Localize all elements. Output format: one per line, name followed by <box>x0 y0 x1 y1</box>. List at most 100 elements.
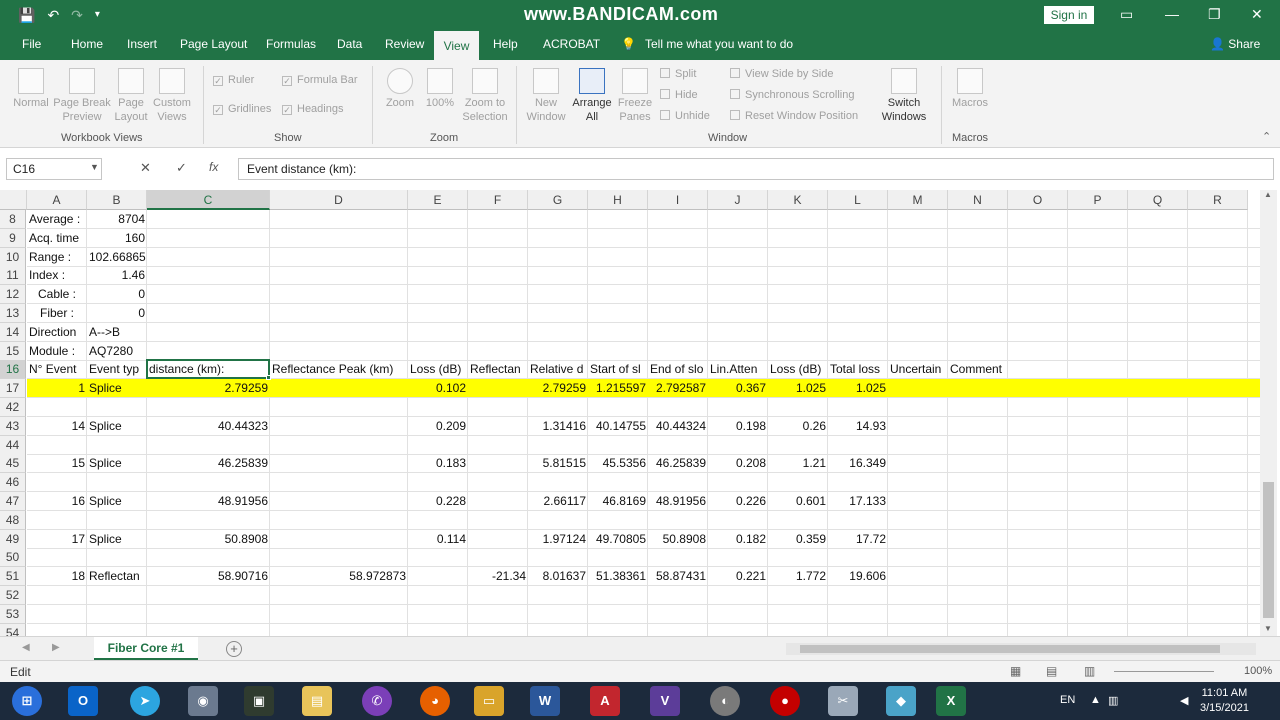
cell-b45[interactable]: Splice <box>87 454 147 473</box>
cell-k17[interactable]: 1.025 <box>768 379 828 398</box>
cell-j49[interactable]: 0.182 <box>708 530 768 549</box>
scroll-up-icon[interactable]: ▲ <box>1264 190 1272 199</box>
select-all-corner[interactable] <box>0 190 27 210</box>
tab-file[interactable]: File <box>22 37 41 51</box>
cell-c47[interactable]: 48.91956 <box>147 492 270 511</box>
vertical-scrollbar[interactable]: ▲ ▼ <box>1260 190 1277 636</box>
cell-h47[interactable]: 46.8169 <box>588 492 648 511</box>
column-header-l[interactable]: L <box>828 190 888 210</box>
cell-a17[interactable]: 1 <box>27 379 87 398</box>
row-header-14[interactable]: 14 <box>0 323 26 342</box>
cell-b8[interactable]: 8704 <box>87 210 147 229</box>
cell-e45[interactable]: 0.183 <box>408 454 468 473</box>
cell-j45[interactable]: 0.208 <box>708 454 768 473</box>
formula-bar-checkbox[interactable]: ✓ Formula Bar <box>282 74 358 86</box>
cell-b10[interactable]: 102.66865 km <box>87 248 147 267</box>
unhide-button[interactable]: Unhide <box>660 110 710 122</box>
cell-i16[interactable]: End of slo <box>648 360 708 379</box>
cell-h49[interactable]: 49.70805 <box>588 530 648 549</box>
acrobat-icon[interactable]: A <box>590 686 620 716</box>
undo-icon[interactable]: ↶ <box>47 6 59 24</box>
cell-b14[interactable]: A-->B <box>87 323 147 342</box>
sign-in-button[interactable]: Sign in <box>1044 6 1094 24</box>
cell-b15[interactable]: AQ7280 <box>87 342 147 361</box>
cell-l51[interactable]: 19.606 <box>828 567 888 586</box>
column-header-i[interactable]: I <box>648 190 708 210</box>
ruler-checkbox[interactable]: ✓ Ruler <box>213 74 254 86</box>
files-icon[interactable]: ▤ <box>302 686 332 716</box>
cell-a12[interactable]: Cable : <box>27 285 87 304</box>
cell-h17[interactable]: 1.215597 <box>588 379 648 398</box>
telegram-icon[interactable]: ➤ <box>130 686 160 716</box>
cell-e16[interactable]: Loss (dB) <box>408 360 468 379</box>
macros-button[interactable]: Macros <box>950 68 990 110</box>
custom-views-button[interactable]: Custom Views <box>150 68 194 124</box>
cell-a49[interactable]: 17 <box>27 530 87 549</box>
row-header-48[interactable]: 48 <box>0 511 26 530</box>
zoom-button[interactable]: Zoom <box>382 68 418 110</box>
cell-d16[interactable]: Reflectance Peak (km) <box>270 360 408 379</box>
redo-icon[interactable]: ↷ <box>71 6 83 24</box>
snipping-icon[interactable]: ✂ <box>828 686 858 716</box>
cell-h16[interactable]: Start of sl <box>588 360 648 379</box>
volume-icon[interactable]: ◀ <box>1180 694 1188 707</box>
scroll-down-icon[interactable]: ▼ <box>1264 624 1272 633</box>
share-button[interactable]: 👤 Share <box>1210 37 1260 51</box>
column-header-b[interactable]: B <box>87 190 147 210</box>
explorer-icon[interactable]: ▭ <box>474 686 504 716</box>
hide-button[interactable]: Hide <box>660 89 698 101</box>
row-header-10[interactable]: 10 <box>0 248 26 267</box>
row-header-51[interactable]: 51 <box>0 567 26 586</box>
row-header-50[interactable]: 50 <box>0 548 26 567</box>
cancel-icon[interactable]: ✕ <box>140 160 151 176</box>
synchronous-scrolling-button[interactable]: Synchronous Scrolling <box>730 89 854 101</box>
cell-k51[interactable]: 1.772 <box>768 567 828 586</box>
cell-l17[interactable]: 1.025 <box>828 379 888 398</box>
next-sheet-icon[interactable]: ▶ <box>52 642 60 653</box>
cell-m16[interactable]: Uncertain <box>888 360 948 379</box>
cell-e43[interactable]: 0.209 <box>408 417 468 436</box>
word-icon[interactable]: W <box>530 686 560 716</box>
cell-i17[interactable]: 2.792587 <box>648 379 708 398</box>
cell-b43[interactable]: Splice <box>87 417 147 436</box>
page-break-preview-button[interactable]: Page Break Preview <box>53 68 111 124</box>
row-header-16[interactable]: 16 <box>0 360 26 379</box>
cell-f16[interactable]: Reflectan <box>468 360 528 379</box>
column-header-n[interactable]: N <box>948 190 1008 210</box>
tab-help[interactable]: Help <box>493 37 518 51</box>
new-window-button[interactable]: New Window <box>526 68 566 124</box>
tab-insert[interactable]: Insert <box>127 37 157 51</box>
page-break-status-icon[interactable]: ▥ <box>1084 664 1095 678</box>
row-header-53[interactable]: 53 <box>0 605 26 624</box>
app-icon[interactable]: ◉ <box>188 686 218 716</box>
column-header-p[interactable]: P <box>1068 190 1128 210</box>
column-header-j[interactable]: J <box>708 190 768 210</box>
zoom-level[interactable]: 100% <box>1244 665 1272 677</box>
cell-c17[interactable]: 2.79259 <box>147 379 270 398</box>
cell-b17[interactable]: Splice <box>87 379 147 398</box>
horizontal-scroll-thumb[interactable] <box>800 645 1220 653</box>
add-sheet-icon[interactable]: + <box>226 641 242 657</box>
zoom-to-selection-button[interactable]: Zoom to Selection <box>460 68 510 124</box>
cell-a47[interactable]: 16 <box>27 492 87 511</box>
cell-a8[interactable]: Average : <box>27 210 87 229</box>
cell-a45[interactable]: 15 <box>27 454 87 473</box>
cell-l45[interactable]: 16.349 <box>828 454 888 473</box>
cell-g16[interactable]: Relative d <box>528 360 588 379</box>
active-cell-selection[interactable] <box>146 359 270 379</box>
tab-acrobat[interactable]: ACROBAT <box>543 37 600 51</box>
column-header-q[interactable]: Q <box>1128 190 1188 210</box>
cell-k45[interactable]: 1.21 <box>768 454 828 473</box>
app3-icon[interactable]: ◆ <box>886 686 916 716</box>
cell-i49[interactable]: 50.8908 <box>648 530 708 549</box>
row-header-11[interactable]: 11 <box>0 266 26 285</box>
cell-b13[interactable]: 0 <box>87 304 147 323</box>
cell-a15[interactable]: Module : <box>27 342 87 361</box>
cell-l49[interactable]: 17.72 <box>828 530 888 549</box>
save-icon[interactable]: 💾 <box>18 6 35 24</box>
cell-g49[interactable]: 1.97124 <box>528 530 588 549</box>
cell-b11[interactable]: 1.46 <box>87 266 147 285</box>
column-header-c[interactable]: C <box>147 190 270 210</box>
tab-page-layout[interactable]: Page Layout <box>180 37 247 51</box>
outlook-icon[interactable]: O <box>68 686 98 716</box>
